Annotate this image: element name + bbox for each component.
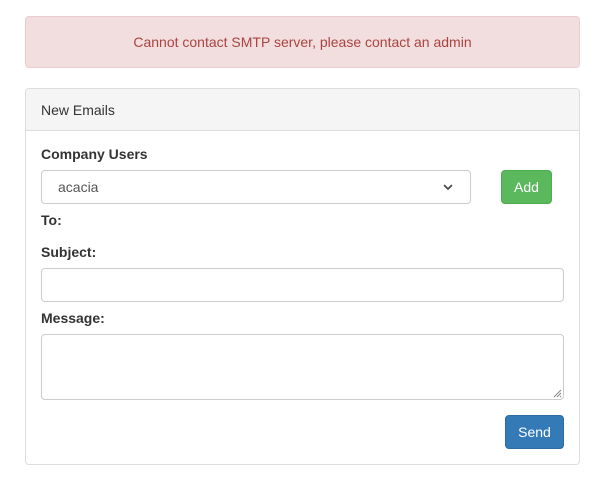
panel-title: New Emails <box>41 101 115 118</box>
panel-heading: New Emails <box>26 89 579 131</box>
message-textarea[interactable] <box>41 334 564 400</box>
to-label: To: <box>41 212 62 228</box>
add-button-label: Add <box>514 179 539 195</box>
alert-message: Cannot contact SMTP server, please conta… <box>133 34 472 50</box>
resize-grip-icon[interactable] <box>552 388 562 398</box>
error-alert: Cannot contact SMTP server, please conta… <box>25 16 580 68</box>
company-users-selected-value: acacia <box>58 179 99 195</box>
add-button[interactable]: Add <box>501 170 552 204</box>
company-users-label: Company Users <box>41 146 148 162</box>
subject-input[interactable] <box>41 268 564 302</box>
send-button[interactable]: Send <box>505 415 564 449</box>
send-button-label: Send <box>518 424 551 440</box>
message-label: Message: <box>41 310 105 326</box>
new-emails-panel: New Emails Company Users acacia Add To: … <box>25 88 580 465</box>
subject-label: Subject: <box>41 244 97 260</box>
chevron-down-icon <box>443 184 453 190</box>
company-users-select[interactable]: acacia <box>41 170 471 204</box>
